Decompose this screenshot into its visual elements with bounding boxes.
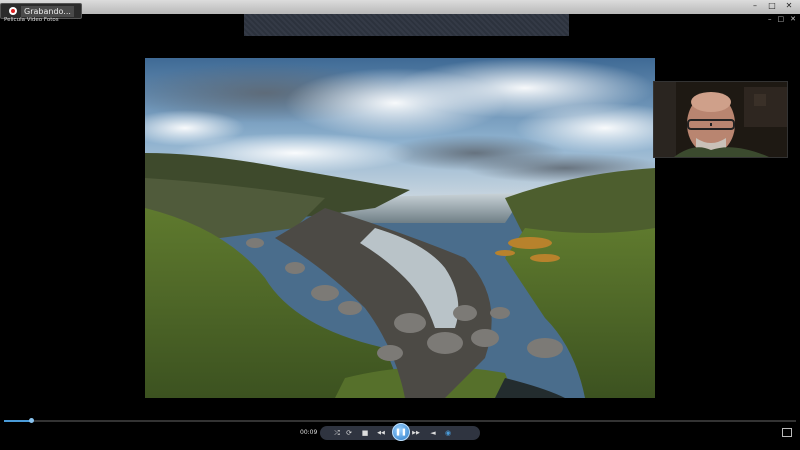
landscape-photo xyxy=(145,58,655,398)
seek-handle[interactable] xyxy=(28,418,34,423)
rewind-button[interactable]: ◀◀ xyxy=(374,426,388,440)
close-button[interactable]: ✕ xyxy=(784,1,794,10)
presenter-video xyxy=(654,82,787,157)
pause-button[interactable]: ❚❚ xyxy=(392,423,410,441)
screen-share-panel[interactable] xyxy=(244,14,569,36)
repeat-button[interactable]: ⟳ xyxy=(342,426,356,440)
seek-bar-fill xyxy=(4,420,31,422)
mute-button[interactable]: ◄ xyxy=(426,426,440,440)
volume-slider[interactable]: ◉ xyxy=(441,426,455,440)
stop-button[interactable]: ■ xyxy=(358,426,372,440)
player-minimize-button[interactable]: – xyxy=(768,15,772,23)
forward-button[interactable]: ▶▶ xyxy=(409,426,423,440)
player-close-button[interactable]: ✕ xyxy=(790,15,796,23)
window-title-bar: – □ ✕ xyxy=(0,0,800,14)
record-icon xyxy=(9,7,17,15)
window-controls: – □ ✕ xyxy=(750,1,794,10)
player-maximize-button[interactable]: □ xyxy=(778,15,785,23)
recording-label: Grabando... xyxy=(21,5,74,17)
minimize-button[interactable]: – xyxy=(750,1,760,10)
webcam-feed[interactable] xyxy=(653,81,788,158)
window-title: Pelicula Video Fotos xyxy=(4,17,59,23)
fullscreen-icon[interactable] xyxy=(782,428,792,437)
seek-bar[interactable] xyxy=(4,418,796,423)
elapsed-time: 00:09 xyxy=(300,429,318,436)
landscape-image xyxy=(145,58,655,398)
player-window-controls: – □ ✕ xyxy=(768,15,796,23)
maximize-button[interactable]: □ xyxy=(767,1,777,10)
player-controls: 00:09 ⤮ ⟳ ■ ◀◀ ▶▶ ◄ ◉ ❚❚ xyxy=(0,423,800,442)
